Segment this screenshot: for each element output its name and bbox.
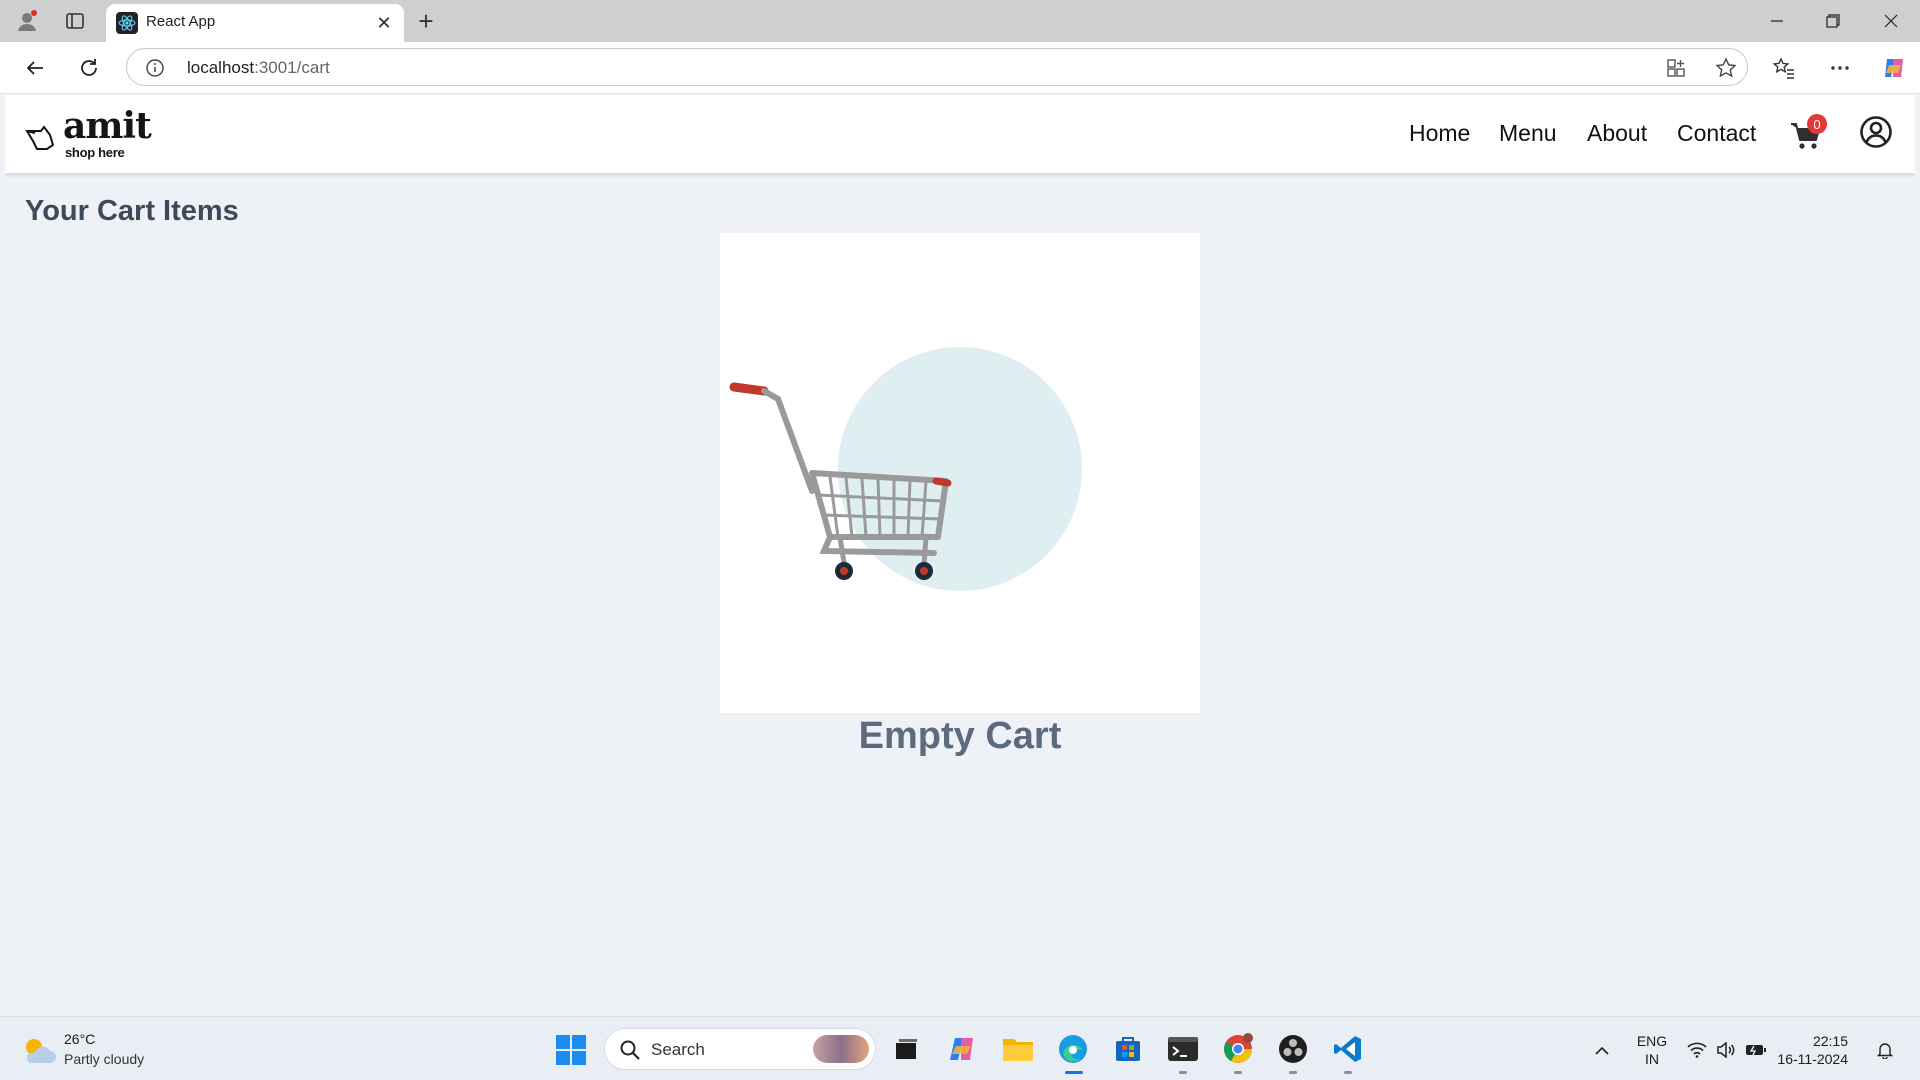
new-tab-button[interactable]: + (410, 6, 442, 36)
browser-tabstrip: React App ✕ + (0, 0, 1920, 42)
page-title: Your Cart Items (25, 195, 239, 227)
site-info-icon[interactable] (145, 58, 165, 78)
browser-toolbar: localhost:3001/cart (0, 42, 1920, 94)
close-tab-icon[interactable]: ✕ (372, 11, 396, 35)
file-explorer-icon[interactable] (1000, 1031, 1036, 1067)
logo-name: amit (63, 105, 152, 147)
restore-icon[interactable] (1810, 4, 1856, 38)
search-icon (620, 1040, 640, 1060)
site-header: amit shop here Home Menu About Contact 0 (5, 95, 1915, 173)
wifi-icon[interactable] (1686, 1039, 1708, 1061)
favorite-star-icon[interactable] (1715, 57, 1737, 79)
notification-bell-icon[interactable] (1874, 1039, 1896, 1061)
user-account-icon[interactable] (1859, 115, 1893, 149)
nav-about[interactable]: About (1587, 120, 1647, 147)
volume-icon[interactable] (1715, 1039, 1737, 1061)
site-logo[interactable]: amit shop here (25, 105, 155, 161)
address-bar[interactable]: localhost:3001/cart (126, 48, 1748, 86)
cart-count-badge: 0 (1807, 114, 1827, 134)
react-icon (116, 12, 138, 34)
task-view-icon[interactable] (888, 1031, 924, 1067)
nav-contact[interactable]: Contact (1677, 120, 1756, 147)
weather-temperature: 26°C (64, 1031, 96, 1047)
more-options-icon[interactable] (1826, 54, 1854, 82)
taskbar-search[interactable]: Search (604, 1028, 876, 1070)
url-host: localhost (187, 58, 255, 77)
obs-running-indicator (1289, 1071, 1297, 1074)
obs-studio-icon[interactable] (1275, 1031, 1311, 1067)
nav-menu[interactable]: Menu (1499, 120, 1557, 147)
chrome-running-indicator (1234, 1071, 1242, 1074)
tab-title: React App (146, 13, 216, 30)
terminal-icon[interactable] (1165, 1031, 1201, 1067)
url-text: localhost:3001/cart (187, 58, 330, 78)
favorites-icon[interactable] (1770, 54, 1798, 82)
back-icon[interactable] (18, 51, 52, 85)
language-label[interactable]: ENG (1634, 1033, 1670, 1049)
weather-widget[interactable]: 26°C Partly cloudy (20, 1029, 190, 1073)
minimize-icon[interactable] (1754, 4, 1800, 38)
partly-cloudy-icon (26, 1039, 56, 1063)
weather-description: Partly cloudy (64, 1051, 145, 1067)
tab-actions-icon[interactable] (60, 6, 90, 36)
battery-icon[interactable] (1745, 1039, 1767, 1061)
clock-time[interactable]: 22:15 (1778, 1033, 1848, 1049)
chrome-icon[interactable] (1220, 1031, 1256, 1067)
windows-taskbar: 26°C Partly cloudy Search ENG IN 22:15 1… (0, 1016, 1920, 1080)
copilot-taskbar-icon[interactable] (944, 1031, 980, 1067)
reload-icon[interactable] (72, 51, 106, 85)
vscode-running-indicator (1344, 1071, 1352, 1074)
pointing-hand-icon (25, 125, 55, 150)
empty-cart-message: Empty Cart (858, 715, 1062, 757)
region-label[interactable]: IN (1634, 1051, 1670, 1067)
url-path: :3001/cart (254, 58, 330, 77)
close-window-icon[interactable] (1868, 4, 1914, 38)
search-placeholder: Search (651, 1040, 705, 1059)
active-app-indicator (1065, 1071, 1083, 1074)
page-viewport: amit shop here Home Menu About Contact 0… (5, 95, 1915, 1016)
clock-date[interactable]: 16-11-2024 (1770, 1051, 1848, 1067)
app-available-icon[interactable] (1665, 57, 1687, 79)
nav-home[interactable]: Home (1409, 120, 1470, 147)
edge-browser-icon[interactable] (1055, 1031, 1091, 1067)
empty-cart-illustration (720, 233, 1200, 713)
terminal-running-indicator (1179, 1071, 1187, 1074)
copilot-icon[interactable] (1880, 54, 1908, 82)
search-highlight-image (813, 1035, 869, 1063)
microsoft-store-icon[interactable] (1110, 1031, 1146, 1067)
profile-icon[interactable] (12, 6, 42, 36)
tab-react-app[interactable]: React App ✕ (106, 4, 404, 42)
windows-start-icon[interactable] (555, 1034, 587, 1066)
show-hidden-icons-icon[interactable] (1591, 1039, 1613, 1061)
vscode-icon[interactable] (1330, 1031, 1366, 1067)
logo-tagline: shop here (65, 145, 125, 160)
